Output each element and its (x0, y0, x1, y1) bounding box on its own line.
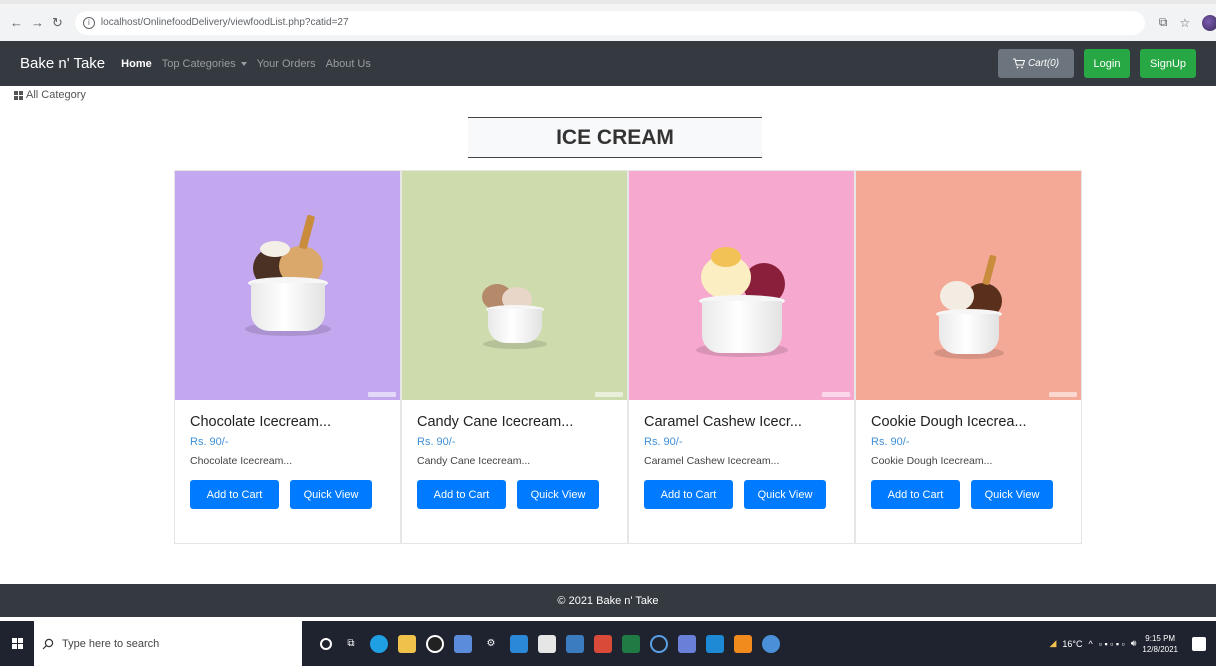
clock-time: 9:15 PM (1145, 633, 1176, 643)
forward-arrow-icon[interactable]: → (31, 14, 44, 32)
site-footer: © 2021 Bake n' Take (0, 584, 1216, 617)
bookmark-star-icon[interactable]: ☆ (1179, 16, 1190, 30)
paint-icon[interactable] (454, 634, 472, 653)
product-price: Rs. 90/- (190, 436, 229, 448)
add-to-cart-button[interactable]: Add to Cart (190, 480, 279, 509)
media-icon[interactable] (510, 634, 528, 653)
taskbar-search[interactable]: Type here to search (34, 621, 302, 666)
product-title[interactable]: Chocolate Icecream... (190, 414, 385, 430)
product-price: Rs. 90/- (871, 436, 910, 448)
task-view-icon[interactable]: ⧉ (342, 635, 360, 653)
all-category-link[interactable]: All Category (14, 89, 86, 101)
all-category-label: All Category (26, 89, 86, 101)
edge-icon[interactable] (370, 634, 388, 653)
nav-about-us[interactable]: About Us (326, 58, 371, 70)
page-title: ICE CREAM (468, 117, 762, 158)
notification-icon[interactable] (1192, 636, 1206, 651)
clock[interactable]: 9:15 PM 12/8/2021 (1142, 633, 1178, 655)
weather-icon[interactable]: ◢ (1050, 638, 1057, 649)
quick-view-button[interactable]: Quick View (290, 480, 372, 509)
calendar-icon[interactable] (538, 634, 556, 653)
url-text: localhost/OnlinefoodDelivery/viewfoodLis… (100, 17, 349, 28)
settings-icon[interactable]: ⚙ (482, 635, 500, 653)
nav-your-orders[interactable]: Your Orders (257, 58, 316, 70)
product-description: Candy Cane Icecream... (417, 455, 531, 467)
product-card: Caramel Cashew Icecr... Rs. 90/- Caramel… (628, 170, 855, 544)
weather-temp[interactable]: 16°C (1062, 639, 1082, 649)
login-button[interactable]: Login (1084, 49, 1130, 78)
signup-button[interactable]: SignUp (1140, 49, 1196, 78)
product-description: Chocolate Icecream... (190, 455, 293, 467)
product-title[interactable]: Cookie Dough Icecrea... (871, 414, 1066, 430)
caret-down-icon (240, 61, 247, 66)
reload-icon[interactable]: ↻ (52, 14, 63, 32)
file-explorer-icon[interactable] (398, 634, 416, 653)
cortana-icon[interactable] (320, 637, 332, 650)
back-arrow-icon[interactable]: ← (10, 14, 23, 32)
quick-view-button[interactable]: Quick View (971, 480, 1053, 509)
product-card: Candy Cane Icecream... Rs. 90/- Candy Ca… (401, 170, 628, 544)
share-icon[interactable]: ⧉ (1159, 15, 1168, 30)
cart-button[interactable]: Cart(0) (998, 49, 1074, 78)
product-image[interactable] (175, 171, 400, 400)
add-to-cart-button[interactable]: Add to Cart (644, 480, 733, 509)
cart-label: Cart(0) (1027, 58, 1060, 69)
product-image[interactable] (629, 171, 854, 400)
volume-icon[interactable]: 🔊︎ (1131, 638, 1137, 649)
photos-icon[interactable] (566, 634, 584, 653)
product-image[interactable] (402, 171, 627, 400)
chevron-up-icon[interactable]: ^ (1089, 639, 1093, 649)
product-card: Cookie Dough Icecrea... Rs. 90/- Cookie … (855, 170, 1082, 544)
add-to-cart-button[interactable]: Add to Cart (871, 480, 960, 509)
site-navbar: Bake n' Take Home Top Categories Your Or… (0, 41, 1216, 86)
quick-view-button[interactable]: Quick View (517, 480, 599, 509)
vscode-icon[interactable] (706, 634, 724, 653)
search-icon (42, 638, 54, 649)
product-title[interactable]: Caramel Cashew Icecr... (644, 414, 839, 430)
nav-top-categories[interactable]: Top Categories (162, 58, 247, 70)
quick-view-button[interactable]: Quick View (744, 480, 826, 509)
os-taskbar: Type here to search ⧉ ⚙ ◢ 16°C ^ ▫ ▪ ▫ ▪… (0, 621, 1216, 666)
clock-date: 12/8/2021 (1142, 644, 1178, 654)
product-price: Rs. 90/- (644, 436, 683, 448)
brand-link[interactable]: Bake n' Take (20, 55, 105, 72)
chrome-alt-icon[interactable] (762, 634, 780, 653)
product-title[interactable]: Candy Cane Icecream... (417, 414, 612, 430)
product-grid: Chocolate Icecream... Rs. 90/- Chocolate… (174, 170, 1082, 544)
obs-icon[interactable] (426, 634, 444, 653)
product-description: Cookie Dough Icecream... (871, 455, 993, 467)
product-card: Chocolate Icecream... Rs. 90/- Chocolate… (174, 170, 401, 544)
profile-avatar[interactable] (1202, 14, 1216, 31)
grid-icon (14, 90, 23, 100)
product-price: Rs. 90/- (417, 436, 456, 448)
xampp-icon[interactable] (734, 634, 752, 653)
product-image[interactable] (856, 171, 1081, 400)
address-bar[interactable]: i localhost/OnlinefoodDelivery/viewfoodL… (74, 10, 1145, 35)
tray-icons[interactable]: ▫ ▪ ▫ ▪ ▫ (1099, 639, 1125, 649)
taskbar-search-placeholder: Type here to search (62, 637, 160, 650)
chrome-icon[interactable] (678, 634, 696, 653)
excel-icon[interactable] (622, 634, 640, 653)
cart-icon (1012, 58, 1025, 69)
office-icon[interactable] (594, 634, 612, 653)
site-info-icon[interactable]: i (82, 16, 95, 29)
product-description: Caramel Cashew Icecream... (644, 455, 780, 467)
add-to-cart-button[interactable]: Add to Cart (417, 480, 506, 509)
system-tray: ◢ 16°C ^ ▫ ▪ ▫ ▪ ▫ 🔊︎ 9:15 PM 12/8/2021 (1050, 633, 1216, 655)
nav-home[interactable]: Home (121, 58, 152, 70)
windows-start-icon[interactable] (0, 638, 34, 649)
app-c-icon[interactable] (650, 634, 668, 653)
browser-toolbar: ← → ↻ i localhost/OnlinefoodDelivery/vie… (0, 0, 1216, 41)
nav-top-categories-label: Top Categories (161, 57, 236, 70)
